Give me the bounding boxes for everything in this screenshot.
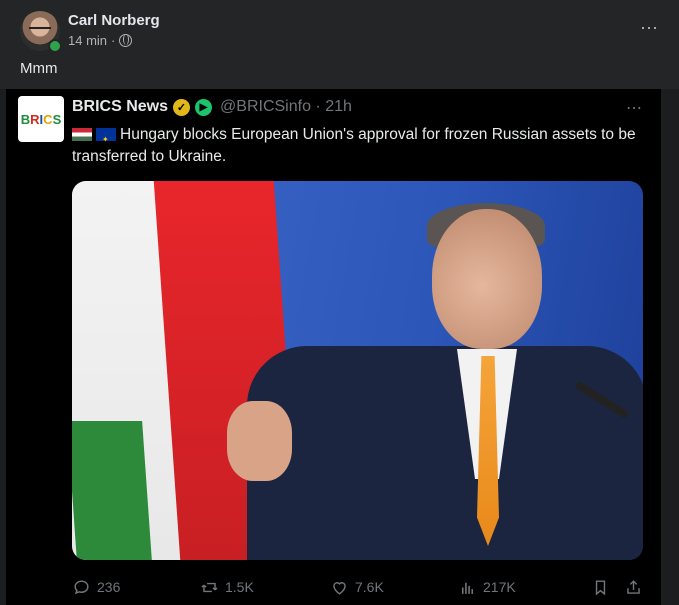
globe-icon[interactable]	[119, 34, 133, 47]
retweet-button[interactable]: 1.5K	[200, 578, 330, 597]
retweet-icon	[201, 582, 218, 592]
views-count: 217K	[483, 579, 516, 595]
meta-separator: ·	[111, 33, 116, 48]
reply-icon	[74, 579, 89, 594]
tweet-display-name[interactable]: BRICS News	[72, 98, 168, 116]
photo-person-hand	[227, 401, 292, 481]
tweet-right-border	[661, 89, 679, 605]
photo-person-suit	[247, 346, 643, 560]
post-more-options-icon[interactable]: ⋯	[640, 18, 659, 39]
logo-letter: S	[52, 111, 62, 127]
photo-flag-green	[72, 421, 152, 560]
author-name[interactable]: Carl Norberg	[68, 12, 160, 29]
logo-letter: C	[43, 111, 53, 127]
bookmark-icon	[595, 579, 606, 595]
bookmark-button[interactable]	[591, 578, 624, 597]
eu-flag-icon	[96, 128, 116, 151]
brics-logo[interactable]: B R I C S	[18, 96, 64, 142]
tweet-more-options-icon[interactable]: ⋯	[626, 98, 643, 118]
post-meta: 14 min ·	[68, 33, 133, 48]
verified-badge-icon: ✓	[173, 98, 191, 116]
share-icon	[627, 579, 640, 594]
tweet-text-content: Hungary blocks European Union's approval…	[72, 126, 636, 165]
online-status-icon	[48, 39, 62, 53]
tweet-left-border	[0, 89, 6, 605]
logo-letter: B	[20, 111, 31, 127]
tweet-photo[interactable]	[72, 181, 643, 560]
share-button[interactable]	[624, 578, 643, 597]
views-chart-icon	[461, 582, 474, 594]
affiliate-badge-icon: ▶	[195, 98, 213, 116]
tweet-actions: 236 1.5K 7.6K 217K	[72, 575, 647, 599]
post-time[interactable]: 14 min	[68, 33, 107, 48]
like-button[interactable]: 7.6K	[330, 578, 458, 597]
retweet-count: 1.5K	[225, 579, 254, 595]
post-header: Carl Norberg 14 min · ⋯ Mmm	[0, 0, 679, 92]
logo-letter: R	[30, 111, 40, 127]
photo-person-head	[432, 209, 542, 349]
tweet-text: Hungary blocks European Union's approval…	[72, 124, 650, 168]
views-button[interactable]: 217K	[458, 578, 591, 597]
heart-icon	[333, 581, 346, 595]
tweet-handle[interactable]: @BRICSinfo · 21h	[220, 98, 352, 116]
post-text: Mmm	[20, 60, 58, 77]
tweet-author-row: BRICS News ✓ ▶ @BRICSinfo · 21h	[72, 98, 352, 116]
like-count: 7.6K	[355, 579, 384, 595]
hungary-flag-icon	[72, 128, 92, 141]
reply-button[interactable]: 236	[72, 578, 200, 597]
reply-count: 236	[97, 579, 121, 595]
